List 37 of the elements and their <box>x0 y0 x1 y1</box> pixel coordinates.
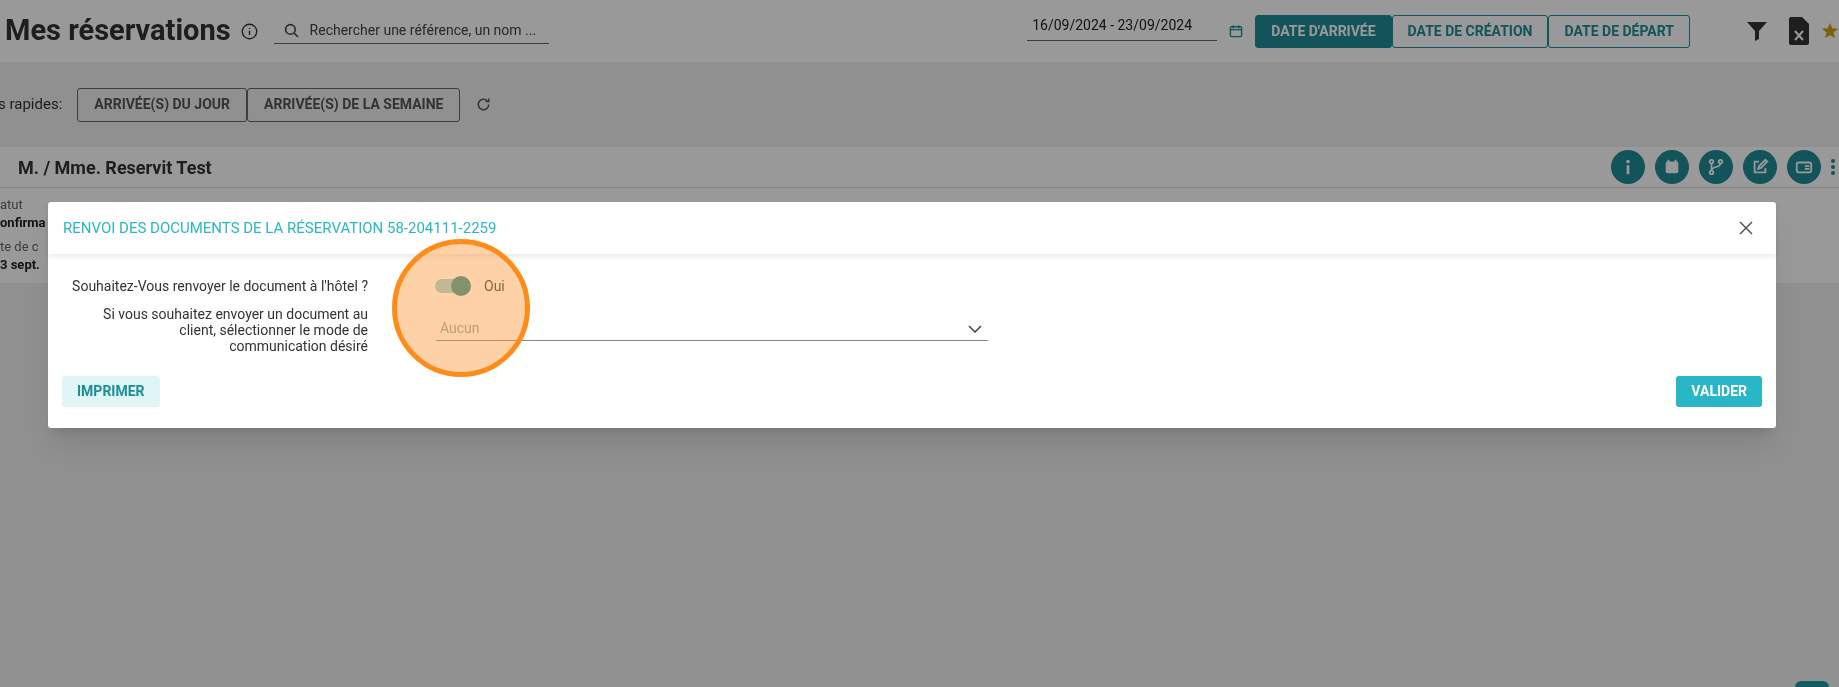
close-icon[interactable] <box>1739 221 1753 235</box>
quick-filter-button[interactable]: ARRIVÉE(S) DU JOUR <box>77 87 247 122</box>
guest-name: M. / Mme. Reservit Test <box>18 155 212 180</box>
info-icon[interactable] <box>1611 150 1645 184</box>
branch-icon[interactable] <box>1699 150 1733 184</box>
date-tab[interactable]: DATE DE CRÉATION <box>1391 14 1549 48</box>
calendar-icon[interactable] <box>1229 24 1244 38</box>
floating-button[interactable] <box>1795 681 1829 687</box>
search-icon <box>283 22 300 39</box>
star-icon[interactable] <box>1821 21 1839 41</box>
date-tab[interactable]: DATE DE DÉPART <box>1548 14 1690 48</box>
validate-button[interactable]: VALIDER <box>1676 376 1762 407</box>
edit-icon[interactable] <box>1743 150 1777 184</box>
more-icon[interactable] <box>1831 159 1835 175</box>
date-range-field[interactable]: 16/09/2024 - 23/09/2024 <box>1027 15 1218 41</box>
payment-card-icon[interactable] <box>1787 150 1821 184</box>
field-label: te de c <box>0 238 39 256</box>
calendar-icon[interactable] <box>1655 150 1689 184</box>
search-field[interactable]: Rechercher une référence, un nom ... <box>273 18 549 44</box>
toggle-switch[interactable] <box>435 279 469 293</box>
page-title: Mes réservations <box>5 12 231 50</box>
quick-filter-button[interactable]: ARRIVÉE(S) DE LA SEMAINE <box>247 87 461 122</box>
communication-select[interactable]: Aucun <box>436 316 988 341</box>
date-tab[interactable]: DATE D'ARRIVÉE <box>1255 14 1392 48</box>
toggle-state-label: Oui <box>484 276 505 296</box>
field-label: atut <box>0 196 23 214</box>
refresh-icon[interactable] <box>476 97 492 112</box>
print-button[interactable]: IMPRIMER <box>62 376 160 407</box>
info-icon <box>240 22 258 40</box>
excel-export-icon[interactable] <box>1789 17 1809 45</box>
dialog-title: RENVOI DES DOCUMENTS DE LA RÉSERVATION 58-204111-2259 <box>63 217 497 239</box>
field-value: onfirma <box>0 214 46 232</box>
field-value: 3 sept. <box>0 256 40 274</box>
resend-hotel-label: Souhaitez-Vous renvoyer le document à l'hôtel ? <box>71 276 368 296</box>
filter-icon[interactable] <box>1744 19 1770 43</box>
communication-label: Si vous souhaitez envoyer un document au client, sélectionner le mode de communication désiré <box>103 306 368 354</box>
chevron-down-icon <box>968 325 982 333</box>
